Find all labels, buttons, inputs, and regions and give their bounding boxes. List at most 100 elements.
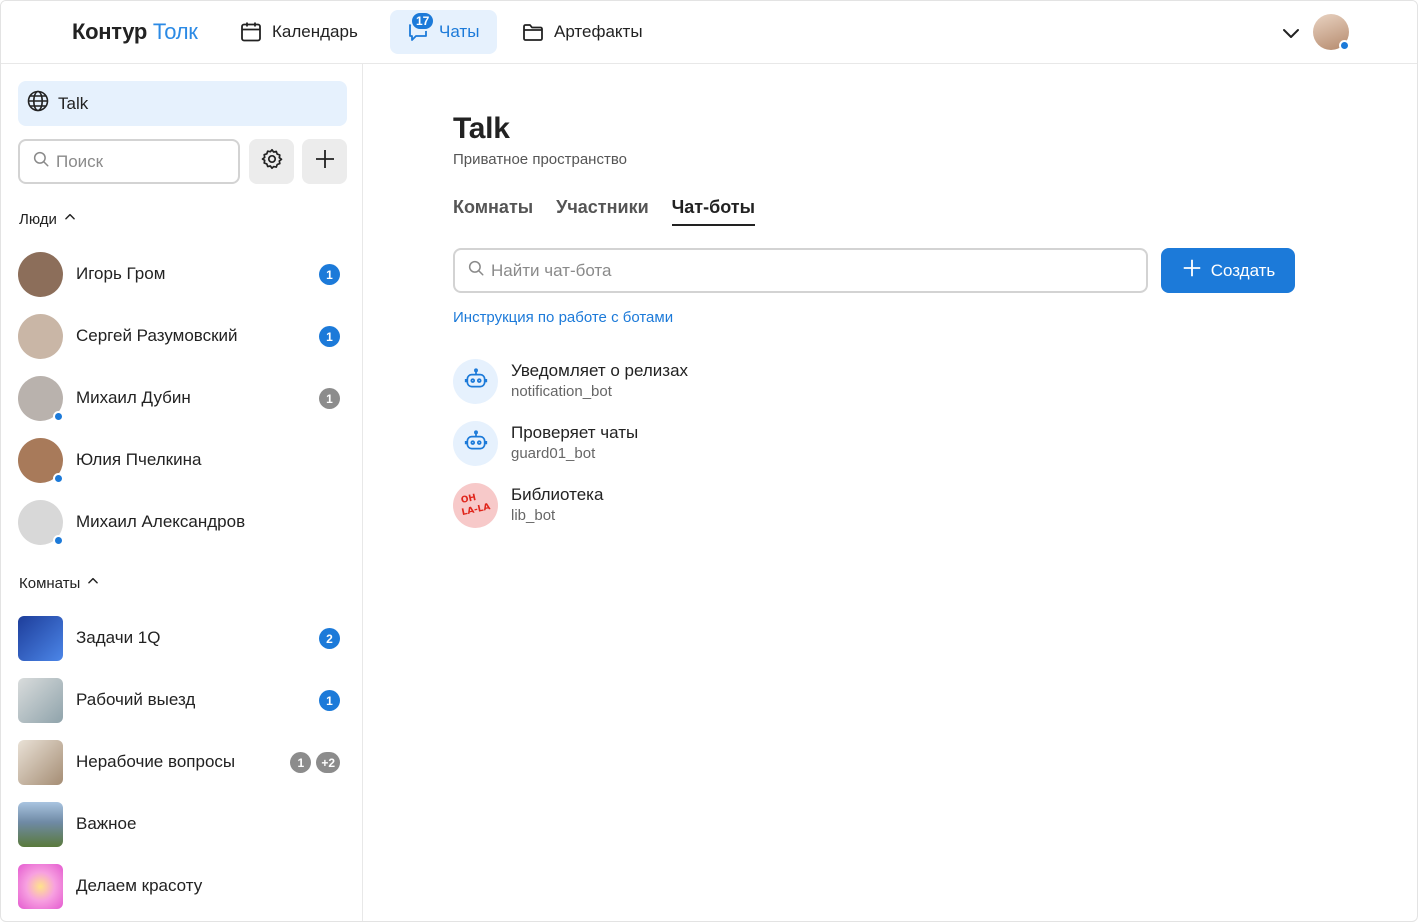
page-subtitle: Приватное пространство [453, 151, 627, 168]
nav-artifacts[interactable]: Артефакты [505, 10, 659, 54]
tab-rooms[interactable]: Комнаты [453, 197, 533, 226]
sidebar-search[interactable] [18, 139, 240, 184]
top-bar: Контур Толк Календарь 17 Чаты Артефакты [1, 1, 1417, 64]
unread-badge: 1 [290, 752, 312, 773]
people-section-label: Люди [19, 210, 57, 228]
room-avatar [18, 863, 63, 909]
unread-badge: 2 [319, 628, 340, 649]
list-item[interactable]: Задачи 1Q 2 [1, 607, 363, 669]
list-item[interactable]: Нерабочие вопросы 1 +2 [1, 731, 363, 793]
contact-name: Михаил Дубин [76, 388, 191, 407]
logo-text-oh: OH [460, 492, 477, 505]
page-title: Talk [453, 112, 510, 145]
nav-chats-label: Чаты [439, 22, 480, 41]
settings-button[interactable] [249, 139, 294, 184]
chats-unread-badge: 17 [410, 11, 436, 31]
list-item[interactable]: Михаил Александров [1, 491, 363, 553]
library-logo: OH LA-LA [458, 488, 494, 523]
search-icon [467, 259, 485, 282]
tab-chatbots[interactable]: Чат-боты [671, 197, 756, 226]
bot-name: Уведомляет о релизах [511, 361, 689, 380]
globe-icon [26, 89, 50, 118]
robot-icon [463, 366, 489, 397]
room-name: Нерабочие вопросы [76, 752, 236, 771]
room-avatar [18, 739, 63, 785]
room-name: Задачи 1Q [76, 628, 161, 647]
chevron-down-icon[interactable] [1279, 21, 1303, 45]
logo[interactable]: Контур Толк [72, 19, 198, 45]
tab-participants[interactable]: Участники [556, 197, 649, 226]
list-item[interactable]: Игорь Гром 1 [1, 243, 363, 305]
list-item[interactable]: Важное [1, 793, 363, 855]
bot-name: Проверяет чаты [511, 423, 639, 442]
bot-handle: guard01_bot [511, 445, 596, 462]
bot-avatar: OH LA-LA [453, 482, 498, 528]
space-selector[interactable]: Talk [18, 81, 347, 126]
list-item[interactable]: Делаем красоту [1, 855, 363, 917]
bot-name: Библиотека [511, 485, 604, 504]
rooms-list: Задачи 1Q 2 Рабочий выезд 1 Нерабочие во… [1, 607, 363, 917]
space-label: Talk [58, 93, 89, 113]
nav-calendar[interactable]: Календарь [223, 10, 374, 54]
nav-chats[interactable]: 17 Чаты [390, 10, 497, 54]
user-avatar[interactable] [1313, 14, 1350, 51]
bot-avatar [453, 420, 498, 466]
avatar [18, 437, 64, 484]
online-indicator [53, 534, 64, 546]
rooms-section-header[interactable]: Комнаты [19, 574, 100, 592]
avatar [18, 375, 64, 422]
people-section-header[interactable]: Люди [19, 210, 77, 228]
bot-search[interactable] [453, 248, 1148, 293]
app-window: Контур Толк Календарь 17 Чаты Артефакты … [0, 0, 1418, 922]
room-avatar [18, 801, 63, 847]
add-button[interactable] [302, 139, 347, 184]
create-bot-button[interactable]: Создать [1161, 248, 1295, 293]
room-name: Рабочий выезд [76, 690, 196, 709]
people-list: Игорь Гром 1 Сергей Разумовский 1 Михаил… [1, 243, 363, 553]
mentions-badge: +2 [316, 752, 340, 773]
bots-help-link[interactable]: Инструкция по работе с ботами [453, 309, 673, 326]
contact-name: Игорь Гром [76, 264, 166, 283]
list-item[interactable]: Юлия Пчелкина [1, 429, 363, 491]
avatar [18, 313, 63, 359]
logo-text-bold: Контур [72, 19, 148, 44]
nav-artifacts-label: Артефакты [554, 22, 643, 41]
bot-avatar [453, 358, 498, 404]
plus-icon [313, 147, 337, 176]
bot-item[interactable]: OH LA-LA Библиотека lib_bot [453, 474, 953, 536]
online-indicator [1339, 40, 1350, 51]
main-content: Talk Приватное пространство Комнаты Учас… [364, 64, 1417, 921]
tabs: Комнаты Участники Чат-боты [453, 197, 756, 226]
list-item[interactable]: Сергей Разумовский 1 [1, 305, 363, 367]
bot-search-input[interactable] [491, 260, 1146, 281]
sidebar: Talk Люди [1, 64, 363, 921]
bot-item[interactable]: Уведомляет о релизах notification_bot [453, 350, 953, 412]
online-indicator [53, 472, 64, 484]
plus-icon [1181, 257, 1203, 284]
rooms-section-label: Комнаты [19, 574, 81, 592]
bot-handle: notification_bot [511, 383, 612, 400]
folder-icon [521, 20, 545, 44]
create-bot-label: Создать [1210, 260, 1276, 280]
room-name: Важное [76, 814, 137, 833]
logo-text-accent: Толк [152, 19, 198, 44]
chevron-up-icon [63, 210, 77, 228]
list-item[interactable]: Рабочий выезд 1 [1, 669, 363, 731]
room-name: Делаем красоту [76, 876, 203, 895]
sidebar-search-input[interactable] [56, 151, 238, 172]
list-item[interactable]: Михаил Дубин 1 [1, 367, 363, 429]
unread-badge: 1 [319, 326, 340, 347]
bot-item[interactable]: Проверяет чаты guard01_bot [453, 412, 953, 474]
avatar [18, 499, 64, 546]
gear-icon [260, 147, 284, 176]
online-indicator [53, 410, 64, 422]
robot-icon [463, 428, 489, 459]
room-avatar [18, 677, 63, 723]
nav-calendar-label: Календарь [272, 22, 358, 41]
room-avatar [18, 615, 63, 661]
unread-badge: 1 [319, 264, 340, 285]
calendar-icon [239, 20, 263, 44]
contact-name: Михаил Александров [76, 512, 246, 531]
unread-badge: 1 [319, 690, 340, 711]
contact-name: Юлия Пчелкина [76, 450, 202, 469]
